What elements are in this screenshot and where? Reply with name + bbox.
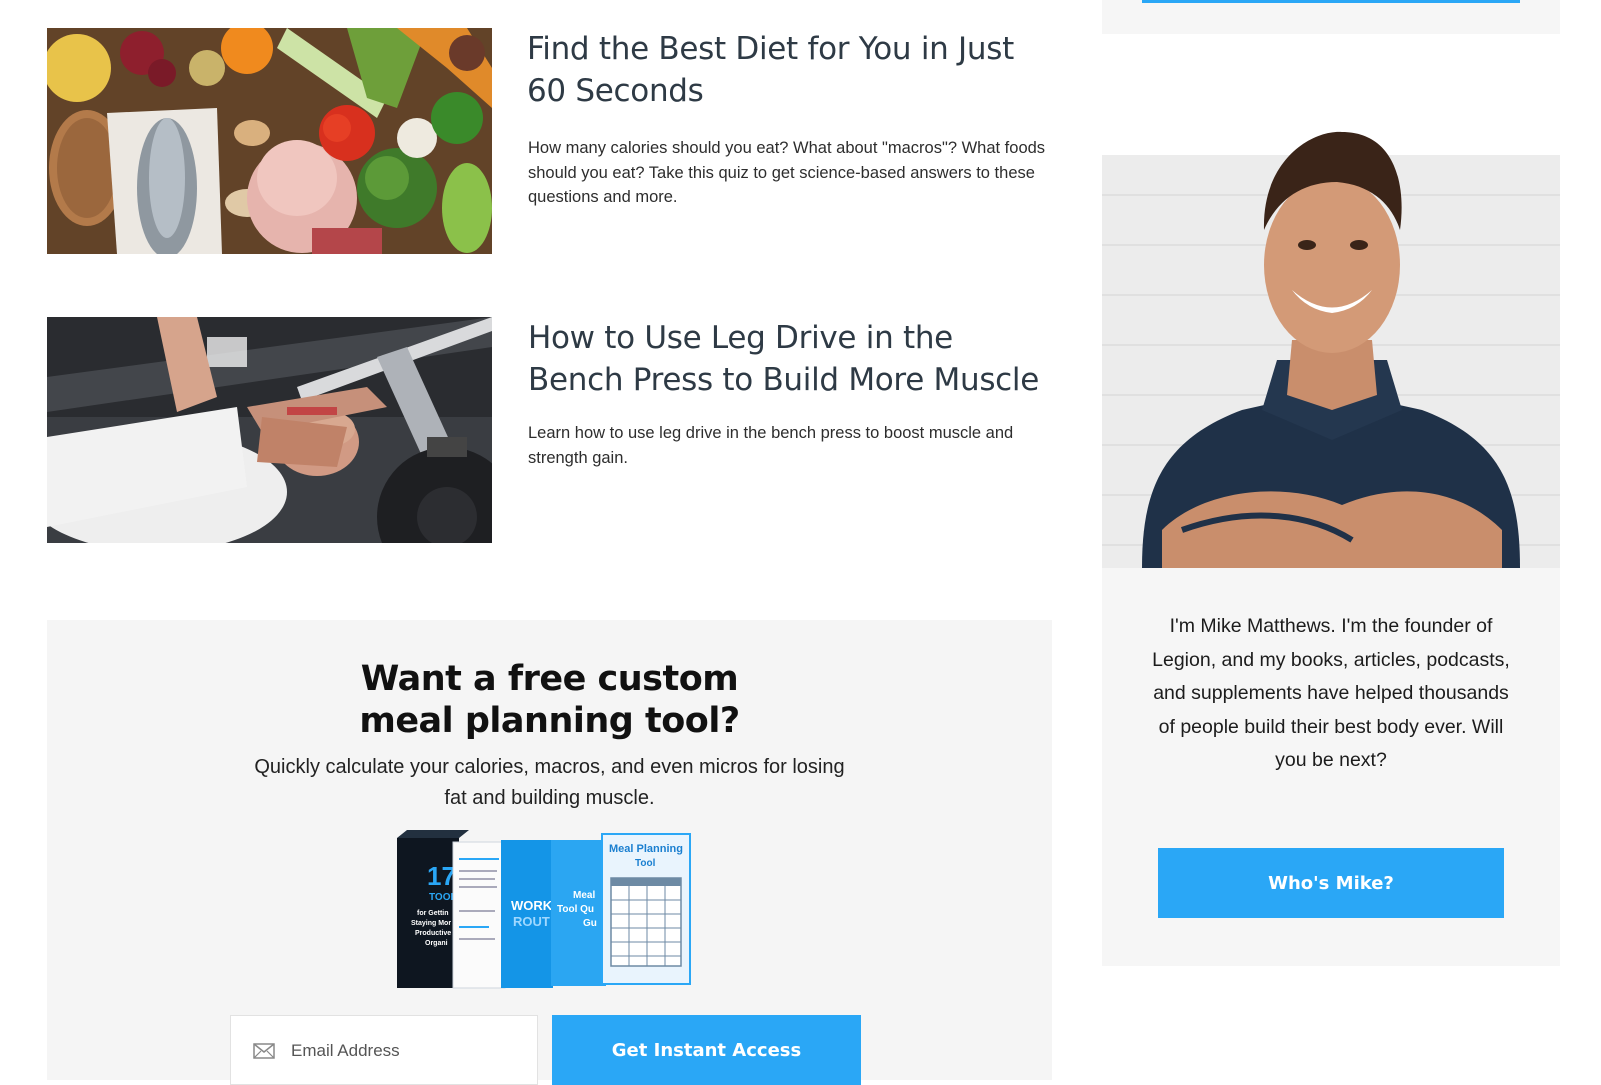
article-card-bench-press[interactable]: How to Use Leg Drive in the Bench Press … <box>47 317 1052 543</box>
email-input[interactable] <box>289 1032 523 1070</box>
book1-line: TOOL <box>429 892 457 903</box>
optin-heading: Want a free custom meal planning tool? <box>359 659 740 741</box>
article-excerpt: Learn how to use leg drive in the bench … <box>528 424 1014 467</box>
book5-title: Meal Planning <box>609 843 683 855</box>
article-thumbnail-bench-press[interactable] <box>47 317 492 543</box>
book4-line: Tool Qu <box>557 904 594 915</box>
author-portrait <box>1142 131 1520 568</box>
food-photo-illustration <box>47 28 492 254</box>
book1-number: 17 <box>427 861 456 891</box>
book1-line: Organi <box>425 940 448 947</box>
book1-line: Staying Mor <box>411 920 451 927</box>
book3-line: WORK <box>511 898 553 913</box>
author-bio: I'm Mike Matthews. I'm the founder of Le… <box>1152 615 1510 771</box>
whos-mike-button[interactable]: Who's Mike? <box>1158 848 1504 918</box>
sidebar-top-accent-line <box>1142 0 1520 3</box>
article-card-diet[interactable]: Find the Best Diet for You in Just 60 Se… <box>47 28 1052 254</box>
article-title[interactable]: Find the Best Diet for You in Just 60 Se… <box>527 28 1052 112</box>
email-field-wrapper[interactable] <box>230 1015 538 1085</box>
ebook-bundle-image: 17 TOOL for Gettin Staying Mor Productiv… <box>397 830 691 989</box>
book5-title: Tool <box>635 858 656 869</box>
article-title[interactable]: How to Use Leg Drive in the Bench Press … <box>528 317 1053 401</box>
book3-line: ROUT <box>513 914 550 929</box>
bench-press-photo-illustration <box>47 317 492 543</box>
book1-line: Productive <box>415 930 451 937</box>
book4-line: Meal <box>573 890 595 901</box>
envelope-icon <box>253 1043 275 1059</box>
article-thumbnail-food[interactable] <box>47 28 492 254</box>
optin-subtext: Quickly calculate your calories, macros,… <box>254 756 845 809</box>
meal-planner-optin: Want a free custom meal planning tool? Q… <box>47 620 1052 1085</box>
sidebar-top-widget <box>1102 0 1560 34</box>
get-instant-access-button[interactable]: Get Instant Access <box>552 1015 861 1085</box>
book1-line: for Gettin <box>417 910 449 917</box>
article-excerpt: How many calories should you eat? What a… <box>528 139 1046 206</box>
book4-line: Gu <box>583 918 597 929</box>
